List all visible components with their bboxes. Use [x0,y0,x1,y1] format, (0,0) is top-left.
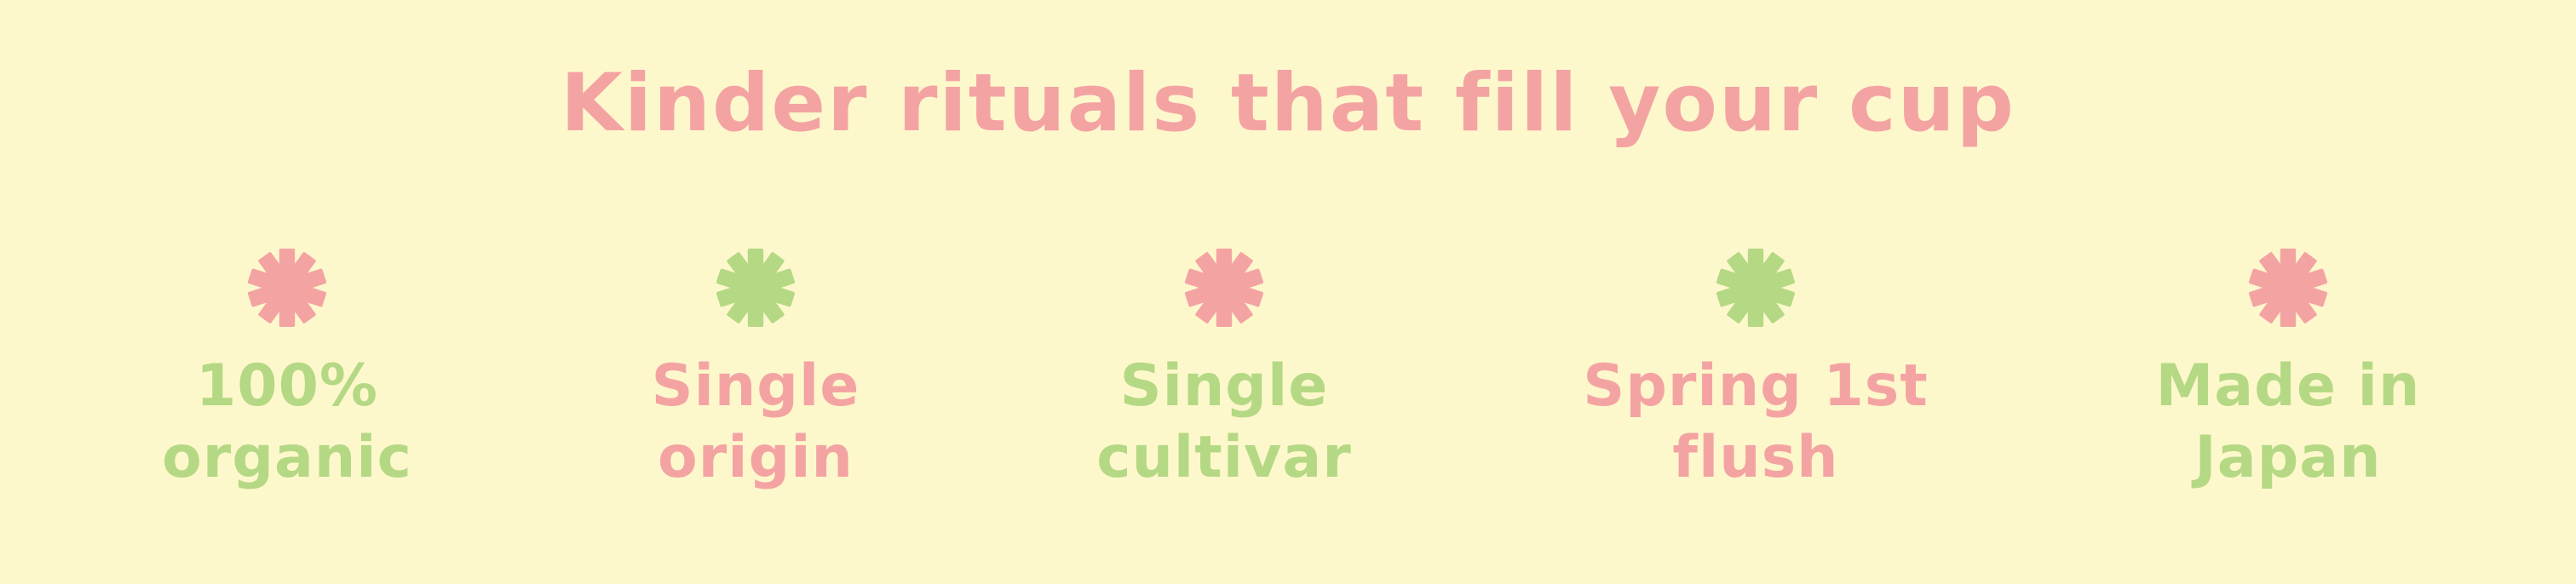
feature-made-in-japan: Made in Japan [2109,249,2467,494]
feature-label-line1: 100% [195,352,379,420]
feature-label: 100% organic [108,351,466,494]
feature-single-origin: Single origin [577,249,934,494]
feature-label-line2: origin [658,424,854,491]
feature-label-line2: Japan [2194,424,2382,491]
feature-label-line1: Single [651,352,860,420]
feature-label-line2: organic [162,424,412,491]
asterisk-icon [2249,249,2327,327]
feature-label-line1: Single [1119,352,1329,420]
asterisk-icon [1716,249,1795,327]
feature-label: Made in Japan [2109,351,2467,494]
feature-label-line2: flush [1672,424,1839,491]
asterisk-icon [716,249,795,327]
feature-spring-first-flush: Spring 1st flush [1577,249,1935,494]
asterisk-icon [1185,249,1263,327]
feature-label: Spring 1st flush [1577,351,1935,494]
asterisk-icon [248,249,326,327]
feature-label-line1: Spring 1st [1583,352,1929,420]
feature-label-line1: Made in [2155,352,2421,420]
feature-organic: 100% organic [108,249,466,494]
feature-label: Single origin [577,351,934,494]
feature-label: Single cultivar [1045,351,1403,494]
section-heading: Kinder rituals that fill your cup [561,57,2015,150]
feature-label-line2: cultivar [1096,424,1352,491]
feature-single-cultivar: Single cultivar [1045,249,1403,494]
